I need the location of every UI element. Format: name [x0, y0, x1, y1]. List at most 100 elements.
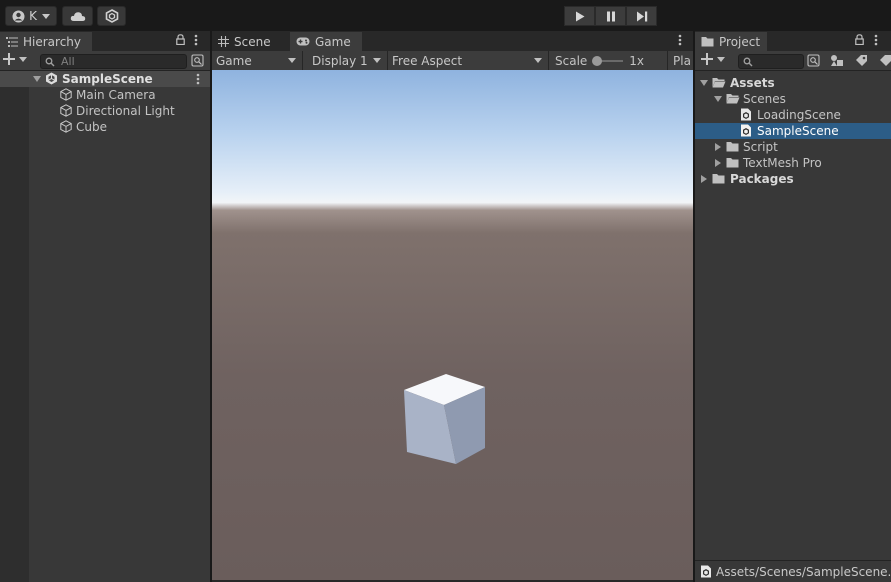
tree-item-samplescene[interactable]: SampleScene: [695, 123, 891, 139]
hierarchy-panel: Hierarchy All SampleScene Main Camera Di…: [0, 31, 210, 582]
hierarchy-tabbar: Hierarchy: [0, 31, 210, 51]
expand-arrow-icon[interactable]: [715, 143, 721, 151]
aspect-label: Free Aspect: [392, 54, 463, 68]
favorite-filter-icon[interactable]: [879, 54, 891, 70]
scene-kebab-icon[interactable]: [196, 73, 200, 88]
hierarchy-scene-row[interactable]: SampleScene: [0, 71, 210, 87]
lock-icon[interactable]: [176, 34, 185, 48]
tree-item-textmesh[interactable]: TextMesh Pro: [695, 155, 891, 171]
tree-item-packages[interactable]: Packages: [695, 171, 891, 187]
project-tabbar: Project: [695, 31, 891, 51]
folder-icon: [701, 36, 714, 47]
open-folder-icon: [712, 78, 726, 88]
kebab-menu-icon[interactable]: [194, 34, 198, 49]
gameobject-cube-icon: [60, 120, 72, 133]
create-button[interactable]: [3, 53, 27, 65]
hierarchy-item[interactable]: Directional Light: [0, 103, 210, 119]
play-focused-label: Pla: [673, 54, 691, 68]
display-label: Display 1: [312, 54, 368, 68]
project-panel: Project Assets Scenes LoadingScene Sampl…: [695, 31, 891, 582]
tab-game[interactable]: Game: [290, 32, 362, 51]
create-button[interactable]: [701, 53, 725, 65]
filter-by-type-icon[interactable]: [830, 54, 844, 70]
chevron-down-icon: [717, 56, 725, 62]
chevron-down-icon: [373, 58, 381, 63]
aspect-dropdown[interactable]: Free Aspect: [389, 51, 549, 70]
expand-arrow-icon[interactable]: [700, 80, 708, 86]
hierarchy-gutter: [0, 71, 29, 582]
tree-item-loadingscene[interactable]: LoadingScene: [695, 107, 891, 123]
project-search-input[interactable]: [738, 54, 804, 69]
kebab-menu-icon[interactable]: [678, 34, 682, 49]
tab-hierarchy[interactable]: Hierarchy: [0, 32, 92, 51]
hierarchy-item-label: Directional Light: [76, 104, 175, 118]
tab-scene[interactable]: Scene: [212, 32, 288, 51]
scale-value: 1x: [629, 54, 645, 68]
chevron-down-icon: [19, 56, 27, 62]
folder-icon: [712, 174, 725, 184]
plus-icon: [701, 53, 713, 65]
pause-button[interactable]: [595, 6, 626, 26]
account-dropdown[interactable]: K: [5, 6, 57, 26]
scale-control: Scale 1x: [550, 51, 668, 70]
project-toolbar: [695, 51, 891, 71]
scene-asset-icon: [701, 565, 711, 578]
search-filter-icon[interactable]: [191, 54, 204, 70]
display-dropdown[interactable]: Display 1: [304, 51, 388, 70]
gameobject-cube-icon: [60, 104, 72, 117]
scene-name: SampleScene: [62, 72, 153, 86]
search-placeholder: All: [61, 55, 75, 68]
scene-asset-icon: [741, 124, 751, 137]
search-icon: [45, 57, 55, 66]
scale-label: Scale: [555, 54, 588, 68]
chevron-down-icon: [534, 58, 542, 63]
play-icon: [575, 11, 584, 21]
kebab-menu-icon[interactable]: [874, 34, 878, 49]
hierarchy-item[interactable]: Cube: [0, 119, 210, 135]
tree-label: Assets: [730, 76, 775, 90]
plus-icon: [3, 53, 15, 65]
chevron-down-icon: [288, 58, 296, 63]
tree-item-assets[interactable]: Assets: [695, 75, 891, 91]
expand-arrow-icon[interactable]: [715, 159, 721, 167]
folder-icon: [726, 158, 739, 168]
folder-icon: [726, 142, 739, 152]
collab-button[interactable]: [97, 6, 126, 26]
hierarchy-item-label: Cube: [76, 120, 107, 134]
play-button[interactable]: [564, 6, 595, 26]
step-button[interactable]: [626, 6, 657, 26]
scale-slider[interactable]: [592, 56, 624, 66]
play-focused-dropdown[interactable]: Pla: [672, 51, 691, 70]
pause-icon: [606, 11, 615, 21]
hierarchy-item[interactable]: Main Camera: [0, 87, 210, 103]
tree-label: Packages: [730, 172, 794, 186]
cloud-button[interactable]: [62, 6, 93, 26]
search-filter-icon[interactable]: [807, 54, 820, 70]
tree-label: Scenes: [743, 92, 786, 106]
project-status-bar: Assets/Scenes/SampleScene.u: [695, 560, 891, 582]
collab-icon: [105, 9, 118, 23]
hierarchy-item-label: Main Camera: [76, 88, 156, 102]
tab-scene-label: Scene: [234, 34, 271, 49]
scale-slider-handle[interactable]: [592, 56, 603, 66]
tree-label: TextMesh Pro: [743, 156, 822, 170]
tree-item-script[interactable]: Script: [695, 139, 891, 155]
hierarchy-toolbar: All: [0, 51, 210, 71]
expand-arrow-icon[interactable]: [33, 76, 41, 82]
game-view-dropdown[interactable]: Game: [212, 51, 303, 70]
expand-arrow-icon[interactable]: [714, 96, 722, 102]
game-viewport[interactable]: [212, 70, 693, 580]
tree-item-scenes[interactable]: Scenes: [695, 91, 891, 107]
expand-arrow-icon[interactable]: [701, 175, 707, 183]
hierarchy-search-input[interactable]: All: [40, 54, 187, 69]
lock-icon[interactable]: [855, 34, 864, 48]
selected-asset-path: Assets/Scenes/SampleScene.u: [716, 564, 891, 579]
account-initial: K: [29, 9, 37, 23]
chevron-down-icon: [41, 13, 50, 19]
game-view-label: Game: [216, 54, 252, 68]
cloud-icon: [70, 11, 85, 21]
step-icon: [636, 11, 647, 21]
tab-project[interactable]: Project: [695, 32, 767, 51]
tree-label: LoadingScene: [757, 108, 841, 122]
filter-by-label-icon[interactable]: [855, 54, 868, 70]
